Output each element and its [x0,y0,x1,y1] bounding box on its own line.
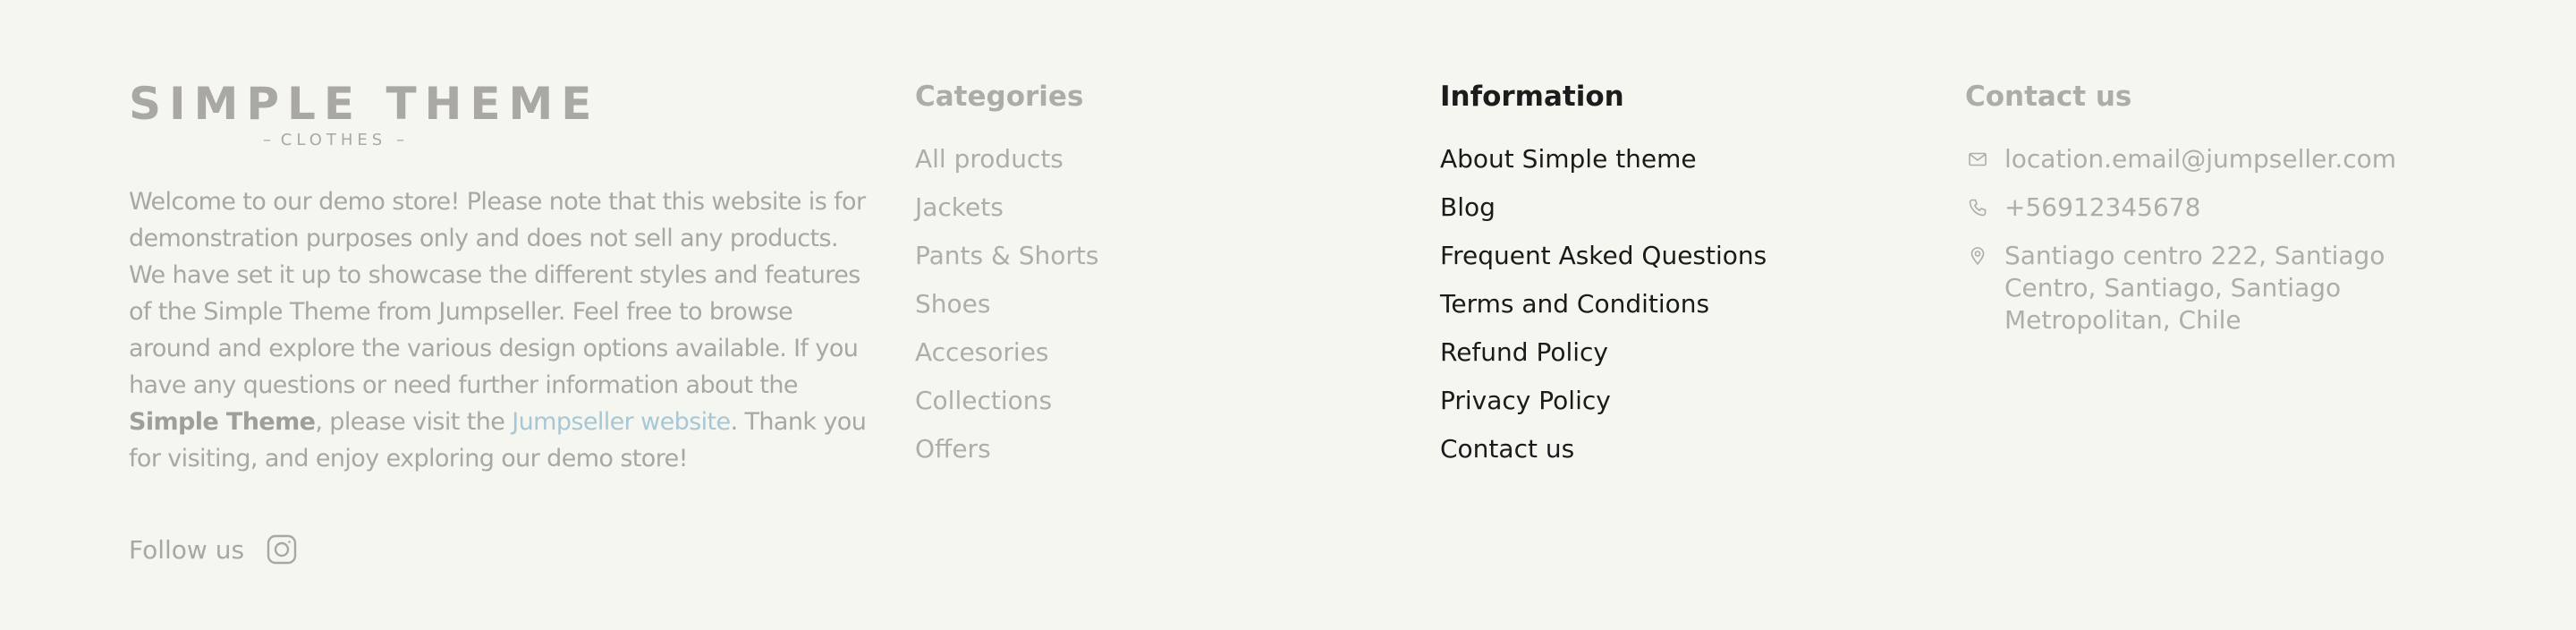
contact-address: Santiago centro 222, Santiago Centro, Sa… [1965,240,2470,336]
category-link-offers[interactable]: Offers [915,433,1098,465]
contact-email[interactable]: location.email@jumpseller.com [1965,143,2470,175]
store-description: Welcome to our demo store! Please note t… [129,183,880,477]
categories-title: Categories [915,81,1084,113]
information-list: About Simple theme Blog Frequent Asked Q… [1440,143,1767,465]
info-link-about[interactable]: About Simple theme [1440,143,1767,175]
info-link-terms[interactable]: Terms and Conditions [1440,288,1767,320]
logo-subtitle: – CLOTHES – [263,131,404,149]
contact-phone[interactable]: +56912345678 [1965,192,2470,224]
information-title: Information [1440,81,1624,113]
about-text-2: , please visit the [315,408,513,436]
info-link-privacy[interactable]: Privacy Policy [1440,385,1767,417]
contact-title: Contact us [1965,81,2132,113]
category-link-shoes[interactable]: Shoes [915,288,1098,320]
categories-column: Categories All products Jackets Pants & … [915,79,1098,481]
follow-us: Follow us [129,533,298,566]
logo-subtitle-text: CLOTHES [280,131,387,149]
location-pin-icon [1965,240,1990,272]
category-link-pants-shorts[interactable]: Pants & Shorts [915,240,1098,272]
information-column: Information About Simple theme Blog Freq… [1440,79,1767,481]
info-link-blog[interactable]: Blog [1440,192,1767,224]
about-bold-text: Simple Theme [129,408,316,436]
category-link-accesories[interactable]: Accesories [915,336,1098,369]
category-link-all-products[interactable]: All products [915,143,1098,175]
mail-icon [1965,143,1990,175]
logo-title: SIMPLE THEME [129,78,600,130]
phone-icon [1965,192,1990,224]
info-link-faq[interactable]: Frequent Asked Questions [1440,240,1767,272]
brand-column: SIMPLE THEME – CLOTHES – Welcome to our … [129,79,880,501]
category-link-collections[interactable]: Collections [915,385,1098,417]
store-logo[interactable]: SIMPLE THEME – CLOTHES – [129,78,600,149]
category-link-jackets[interactable]: Jackets [915,192,1098,224]
contact-list: location.email@jumpseller.com +569123456… [1965,143,2470,336]
site-footer: SIMPLE THEME – CLOTHES – Welcome to our … [0,0,2576,630]
contact-email-text: location.email@jumpseller.com [2004,144,2397,174]
info-link-refund[interactable]: Refund Policy [1440,336,1767,369]
about-text-1: Welcome to our demo store! Please note t… [129,188,866,399]
jumpseller-website-link[interactable]: Jumpseller website [512,408,731,436]
contact-address-text: Santiago centro 222, Santiago Centro, Sa… [2004,241,2385,335]
categories-list: All products Jackets Pants & Shorts Shoe… [915,143,1098,465]
info-link-contact[interactable]: Contact us [1440,433,1767,465]
contact-phone-text: +56912345678 [2004,192,2201,222]
contact-column: Contact us location.email@jumpseller.com [1965,79,2470,353]
follow-us-label: Follow us [129,534,245,565]
instagram-icon[interactable] [266,533,298,566]
